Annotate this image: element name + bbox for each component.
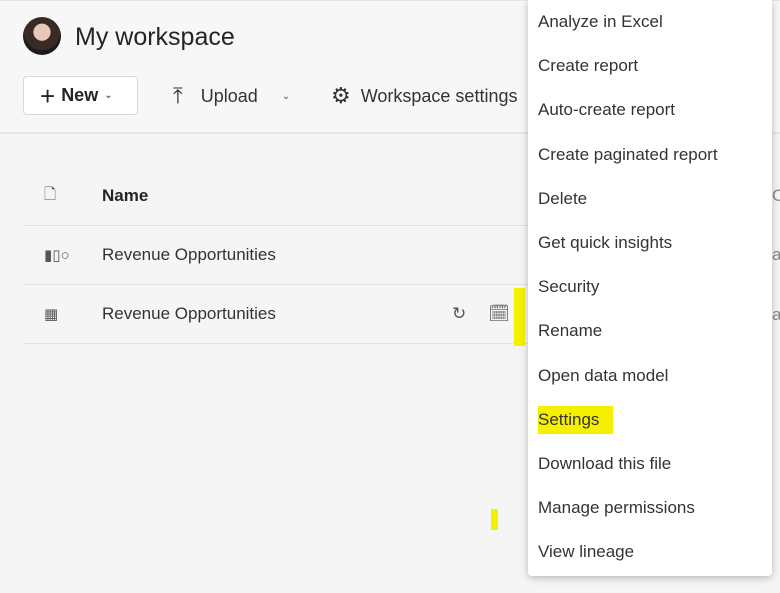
chevron-down-icon: ⌄ — [104, 90, 113, 101]
menu-item-security[interactable]: Security — [528, 265, 772, 309]
refresh-icon[interactable]: ↻ — [452, 304, 466, 324]
menu-item-view-lineage[interactable]: View lineage — [528, 530, 772, 574]
avatar[interactable] — [23, 17, 61, 55]
clipped-cell: a — [772, 305, 780, 324]
menu-item-open-data-model[interactable]: Open data model — [528, 354, 772, 398]
menu-item-create-report[interactable]: Create report — [528, 44, 772, 88]
menu-item-rename[interactable]: Rename — [528, 309, 772, 353]
menu-item-download-this-file[interactable]: Download this file — [528, 442, 772, 486]
menu-item-analyze-in-excel[interactable]: Analyze in Excel — [528, 0, 772, 44]
table-header: 🗋 Name — [24, 167, 534, 226]
menu-item-create-paginated-report[interactable]: Create paginated report — [528, 133, 772, 177]
menu-item-label: Security — [538, 277, 600, 297]
new-label: New — [61, 85, 99, 105]
context-menu: Analyze in Excel Create report Auto-create… — [528, 0, 772, 576]
menu-item-auto-create-report[interactable]: Auto-create report — [528, 88, 772, 132]
menu-item-label: Open data model — [538, 365, 669, 385]
report-icon: ▮▯○ — [44, 247, 70, 264]
semantic-model-icon: ▦ — [44, 306, 59, 323]
menu-item-label: Settings — [538, 405, 614, 434]
highlight-mark — [514, 288, 525, 346]
clipped-column-header: O — [772, 186, 780, 205]
menu-item-get-quick-insights[interactable]: Get quick insights — [528, 221, 772, 265]
menu-item-label: Analyze in Excel — [538, 12, 663, 32]
chevron-down-icon: ⌄ — [281, 90, 291, 102]
page-title: My workspace — [75, 23, 235, 51]
items-table: 🗋 Name ▮▯○ Revenue Opportunities ▦ Revenue … — [24, 167, 534, 344]
menu-item-label: Rename — [538, 321, 603, 341]
item-name[interactable]: Revenue Opportunities — [102, 245, 276, 265]
workspace-settings-label: Workspace settings — [360, 85, 518, 106]
item-name[interactable]: Revenue Opportunities — [102, 304, 276, 324]
menu-item-settings[interactable]: Settings — [528, 398, 772, 442]
column-header-name[interactable]: Name — [102, 186, 148, 206]
menu-item-label: Manage permissions — [538, 498, 695, 518]
menu-item-delete[interactable]: Delete — [528, 177, 772, 221]
menu-item-label: Auto-create report — [538, 100, 676, 120]
menu-item-label: Create paginated report — [538, 144, 718, 164]
menu-item-label: Get quick insights — [538, 233, 673, 253]
upload-button[interactable]: ⤒ Upload ⌄ — [173, 83, 290, 109]
menu-item-label: Create report — [538, 56, 639, 76]
upload-label: Upload — [200, 85, 258, 106]
table-row[interactable]: ▮▯○ Revenue Opportunities — [24, 226, 534, 285]
new-button[interactable]: + New ⌄ — [23, 76, 138, 115]
upload-icon: ⤒ — [173, 83, 183, 108]
menu-item-label: View lineage — [538, 542, 635, 562]
gear-icon: ⚙ — [331, 83, 351, 108]
plus-icon: + — [40, 80, 56, 111]
table-row[interactable]: ▦ Revenue Opportunities ↻ 🗓 — [24, 285, 534, 344]
highlight-mark — [491, 509, 498, 530]
menu-item-label: Download this file — [538, 453, 672, 473]
file-icon: 🗋 — [44, 185, 57, 203]
schedule-refresh-icon[interactable]: 🗓 — [488, 304, 510, 324]
menu-item-label: Delete — [538, 188, 588, 208]
clipped-cell: a — [772, 245, 780, 264]
workspace-settings-button[interactable]: ⚙ Workspace settings — [331, 83, 517, 109]
menu-item-manage-permissions[interactable]: Manage permissions — [528, 486, 772, 530]
